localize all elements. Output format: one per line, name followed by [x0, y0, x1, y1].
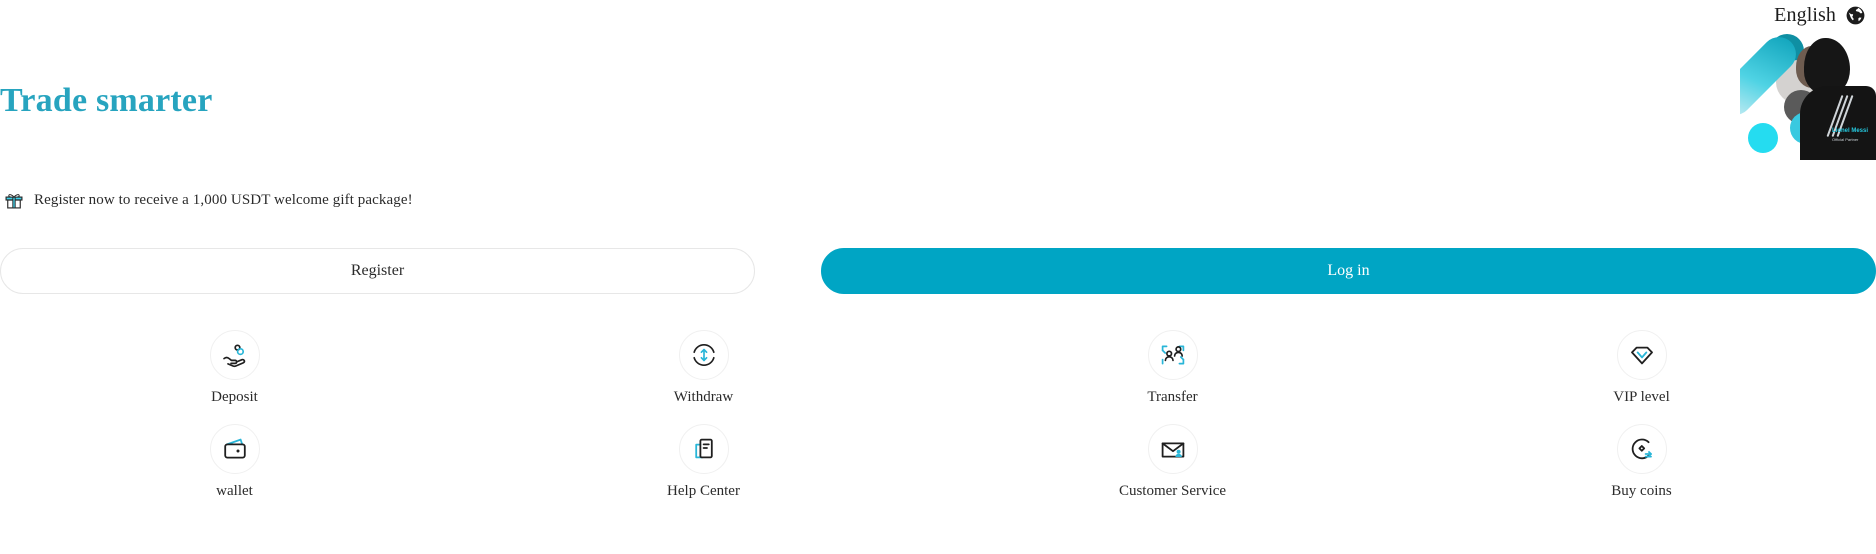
login-button[interactable]: Log in	[821, 248, 1876, 294]
page-title: Trade smarter	[0, 82, 213, 119]
help-center-document-icon	[678, 424, 729, 474]
partner-subtitle: Official Partner	[1832, 137, 1859, 142]
deposit-hand-coin-icon	[209, 330, 260, 380]
shortcut-label: wallet	[216, 483, 253, 499]
hero-artwork: Lionel Messi Official Partner	[1740, 28, 1876, 160]
withdraw-circle-arrows-icon	[678, 330, 729, 380]
shortcut-deposit[interactable]: Deposit	[0, 330, 469, 406]
promo-banner[interactable]: Register now to receive a 1,000 USDT wel…	[4, 190, 413, 210]
landing-page: English Lionel Messi Official Partner Tr…	[0, 0, 1876, 554]
shortcut-label: Buy coins	[1611, 483, 1672, 499]
shortcut-label: Help Center	[667, 483, 740, 499]
auth-button-row: Register Log in	[0, 248, 1876, 294]
shortcut-label: Deposit	[211, 389, 258, 405]
transfer-people-arrows-icon	[1147, 330, 1198, 380]
shortcut-label: Customer Service	[1118, 483, 1227, 499]
language-label: English	[1774, 4, 1836, 26]
globe-icon[interactable]	[1845, 5, 1866, 26]
vip-diamond-icon	[1616, 330, 1667, 380]
shortcut-withdraw[interactable]: Withdraw	[469, 330, 938, 406]
partner-name: Lionel Messi	[1832, 128, 1869, 134]
shortcut-label: Transfer	[1147, 389, 1198, 405]
decorative-circle-cyan-low	[1748, 123, 1778, 153]
gift-icon	[4, 190, 24, 210]
shortcut-label: VIP level	[1613, 389, 1670, 405]
shortcut-transfer[interactable]: Transfer	[938, 330, 1407, 406]
promo-text: Register now to receive a 1,000 USDT wel…	[34, 191, 413, 208]
customer-service-envelope-icon	[1147, 424, 1198, 474]
shortcut-vip-level[interactable]: VIP level	[1407, 330, 1876, 406]
shortcut-label: Withdraw	[673, 389, 734, 405]
language-selector[interactable]: English	[1774, 4, 1866, 27]
buy-coins-icon	[1616, 424, 1667, 474]
wallet-icon	[209, 424, 260, 474]
shortcut-wallet[interactable]: wallet	[0, 424, 469, 500]
shortcut-help-center[interactable]: Help Center	[469, 424, 938, 500]
shortcut-customer-service[interactable]: Customer Service	[938, 424, 1407, 500]
shortcut-grid: Deposit Withdraw Transfer VIP level wall…	[0, 330, 1876, 500]
partner-portrait: Lionel Messi Official Partner	[1788, 32, 1876, 160]
shortcut-buy-coins[interactable]: Buy coins	[1407, 424, 1876, 500]
register-button[interactable]: Register	[0, 248, 755, 294]
